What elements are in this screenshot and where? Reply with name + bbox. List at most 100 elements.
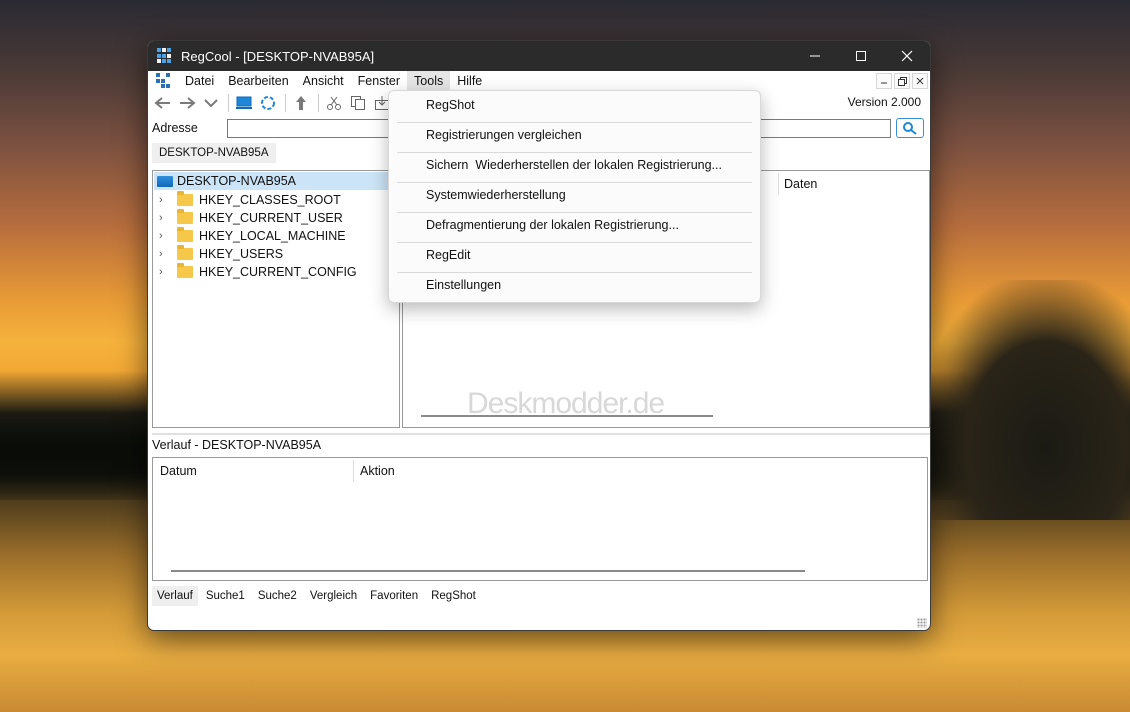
chevron-right-icon[interactable]: › [159,194,171,206]
menu-item-defragmentierung[interactable]: Defragmentierung der lokalen Registrieru… [389,213,760,242]
tree-node-hkcr[interactable]: › HKEY_CLASSES_ROOT [153,191,399,209]
menu-fenster[interactable]: Fenster [351,71,407,91]
folder-icon [177,209,193,224]
toolbar-separator [285,94,286,112]
menu-item-regshot[interactable]: RegShot [389,93,760,122]
close-icon [916,77,924,85]
tree-node-hkcu[interactable]: › HKEY_CURRENT_USER [153,209,399,227]
menu-bearbeiten[interactable]: Bearbeiten [221,71,295,91]
bottom-tabs: Verlauf Suche1 Suche2 Vergleich Favorite… [152,586,484,606]
maximize-button[interactable] [838,41,884,71]
title-bar[interactable]: RegCool - [DESKTOP-NVAB95A] [148,41,930,71]
regcool-app-icon [157,48,173,64]
close-button[interactable] [884,41,930,71]
chevron-right-icon[interactable]: › [159,266,171,278]
pane-splitter[interactable] [152,433,930,435]
tree-node-hklm[interactable]: › HKEY_LOCAL_MACHINE [153,227,399,245]
horizontal-scrollbar[interactable] [421,415,713,417]
menu-bar: Datei Bearbeiten Ansicht Fenster Tools H… [148,71,930,91]
menu-tools[interactable]: Tools [407,71,451,91]
copy-icon [351,96,365,110]
up-button[interactable] [290,92,312,114]
folder-icon [177,245,193,260]
window-controls [792,41,930,71]
menu-ansicht[interactable]: Ansicht [296,71,351,91]
history-dropdown-button[interactable] [200,92,222,114]
tree-node-label: HKEY_USERS [199,247,284,261]
tree-node-label: HKEY_CLASSES_ROOT [199,193,341,207]
cut-button[interactable] [323,92,345,114]
tree-node-hkcc[interactable]: › HKEY_CURRENT_CONFIG [153,263,399,281]
column-header-aktion[interactable]: Aktion [360,464,395,478]
refresh-icon [261,96,275,110]
tree-node-label: HKEY_CURRENT_CONFIG [199,265,357,279]
window-title: RegCool - [DESKTOP-NVAB95A] [181,48,375,64]
mdi-controls [876,73,928,89]
resize-grip[interactable] [917,618,927,628]
mdi-restore-button[interactable] [894,73,910,89]
horizontal-scrollbar[interactable] [171,570,805,572]
tab-suche1[interactable]: Suche1 [201,586,250,606]
menu-hilfe[interactable]: Hilfe [450,71,489,91]
back-button[interactable] [152,92,174,114]
folder-icon [177,227,193,242]
history-list[interactable]: Datum Aktion [152,457,928,581]
menu-item-regedit[interactable]: RegEdit [389,243,760,272]
refresh-button[interactable] [257,92,279,114]
maximize-icon [856,51,866,61]
address-label: Adresse [152,121,198,135]
mdi-document-icon[interactable] [156,73,172,89]
tree-node-hku[interactable]: › HKEY_USERS [153,245,399,263]
tree-node-label: HKEY_LOCAL_MACHINE [199,229,346,243]
address-search-button[interactable] [896,118,924,138]
minimize-button[interactable] [792,41,838,71]
background-island [920,280,1130,520]
toolbar-separator [228,94,229,112]
restore-icon [897,76,907,86]
column-divider[interactable] [778,173,779,195]
version-label: Version 2.000 [847,95,921,109]
menu-datei[interactable]: Datei [178,71,221,91]
tab-verlauf[interactable]: Verlauf [152,586,198,606]
folder-icon [177,263,193,278]
menu-item-registrierungen-vergleichen[interactable]: Registrierungen vergleichen [389,123,760,152]
mdi-close-button[interactable] [912,73,928,89]
mdi-minimize-button[interactable] [876,73,892,89]
up-arrow-icon [296,96,306,110]
dropdown-chevron-icon [204,99,218,108]
column-header-daten[interactable]: Daten [784,177,817,191]
menu-item-einstellungen[interactable]: Einstellungen [389,273,760,302]
tree-node-label: HKEY_CURRENT_USER [199,211,343,225]
tree-root-label: DESKTOP-NVAB95A [177,174,297,188]
column-header-datum[interactable]: Datum [160,464,197,478]
document-tab[interactable]: DESKTOP-NVAB95A [152,143,276,163]
minimize-icon [881,82,887,84]
chevron-right-icon[interactable]: › [159,212,171,224]
tab-regshot[interactable]: RegShot [426,586,481,606]
registry-tree: DESKTOP-NVAB95A › HKEY_CLASSES_ROOT › HK… [152,170,400,428]
computer-icon [236,96,252,109]
search-icon [903,122,917,135]
tree-root[interactable]: DESKTOP-NVAB95A [154,172,398,190]
forward-button[interactable] [176,92,198,114]
copy-button[interactable] [347,92,369,114]
menu-item-systemwiederherstellung[interactable]: Systemwiederherstellung [389,183,760,212]
computer-icon [157,175,173,187]
forward-arrow-icon [180,97,196,109]
close-icon [901,50,913,62]
tab-vergleich[interactable]: Vergleich [305,586,362,606]
chevron-right-icon[interactable]: › [159,248,171,260]
history-title: Verlauf - DESKTOP-NVAB95A [152,438,322,452]
toolbar-separator [318,94,319,112]
tab-suche2[interactable]: Suche2 [253,586,302,606]
chevron-right-icon[interactable]: › [159,230,171,242]
folder-icon [177,191,193,206]
computer-button[interactable] [233,92,255,114]
column-divider[interactable] [353,460,354,482]
back-arrow-icon [154,97,170,109]
cut-icon [327,96,341,110]
minimize-icon [810,55,820,57]
tools-menu-dropdown: RegShot Registrierungen vergleichen Sich… [388,90,761,303]
menu-item-sichern-wiederherstellen[interactable]: Sichern Wiederherstellen der lokalen Reg… [389,153,760,182]
tab-favoriten[interactable]: Favoriten [365,586,423,606]
